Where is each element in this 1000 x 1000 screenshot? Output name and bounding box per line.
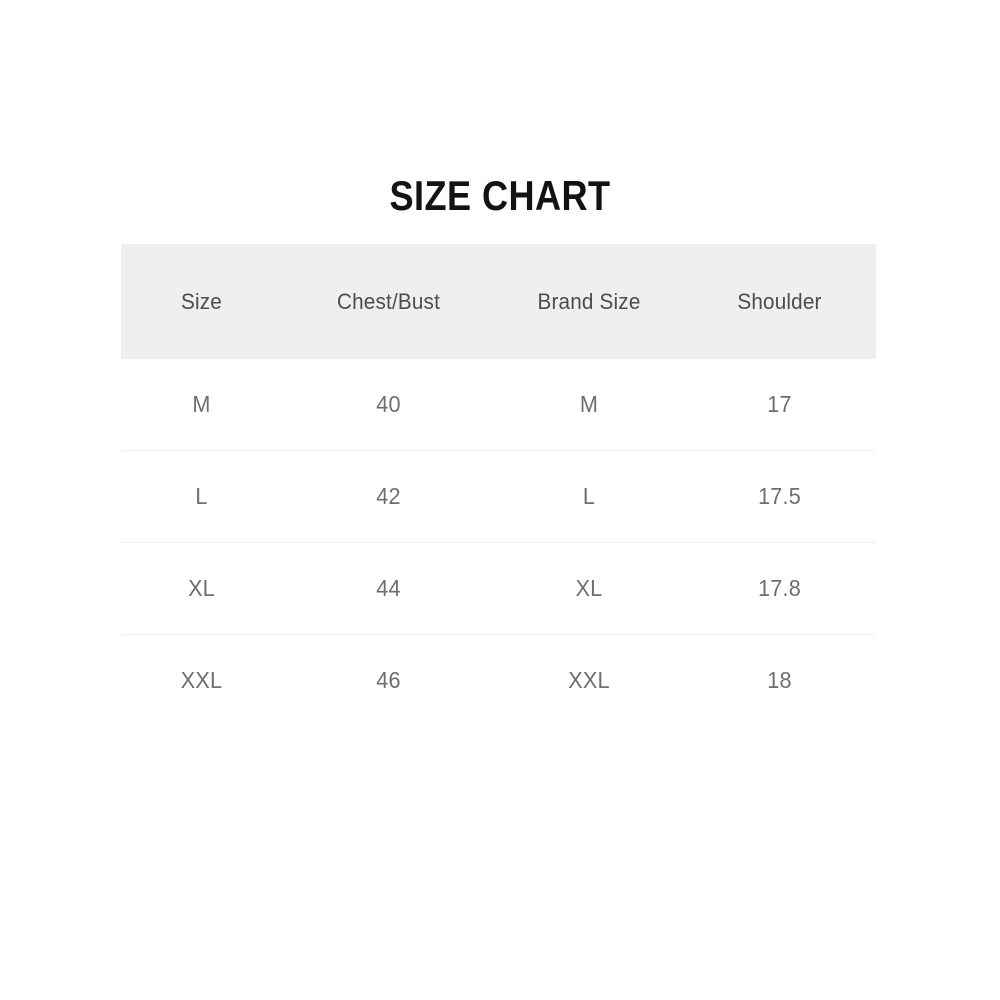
size-chart-page: SIZE CHART Size Chest/Bust Brand Size Sh… — [0, 0, 1000, 1000]
column-header-size: Size — [180, 288, 222, 314]
table-header-row: Size Chest/Bust Brand Size Shoulder — [121, 244, 876, 359]
cell-chest-bust: 40 — [376, 391, 401, 417]
cell-chest-bust: 44 — [288, 542, 489, 635]
cell-shoulder: 17.8 — [688, 542, 871, 635]
cell-brand-size: L — [500, 450, 678, 543]
cell-brand-size: XL — [500, 542, 678, 635]
cell-size: M — [192, 391, 211, 417]
cell-size: XXL — [125, 634, 278, 726]
size-chart-table: Size Chest/Bust Brand Size Shoulder M 40… — [121, 244, 876, 726]
table-row: L 42 L 17.5 — [121, 450, 876, 543]
cell-shoulder: 18 — [688, 634, 871, 726]
cell-brand-size: M — [579, 391, 599, 417]
cell-size: XL — [125, 542, 278, 635]
cell-shoulder: 17.5 — [688, 450, 871, 543]
cell-chest-bust: 46 — [288, 634, 489, 726]
table-row: M 40 M 17 — [121, 359, 876, 451]
column-header-chest-bust: Chest/Bust — [336, 288, 441, 314]
column-header-shoulder: Shoulder — [737, 288, 822, 314]
table-row: XL 44 XL 17.8 — [121, 542, 876, 635]
cell-brand-size: XXL — [500, 634, 678, 726]
table-body: M 40 M 17 L 42 L 17.5 XL 44 XL 17.8 XXL … — [121, 359, 876, 726]
cell-chest-bust: 42 — [288, 450, 489, 543]
cell-shoulder: 17 — [767, 391, 792, 417]
page-title: SIZE CHART — [389, 172, 611, 219]
column-header-brand-size: Brand Size — [537, 288, 641, 314]
cell-size: L — [125, 450, 278, 543]
table-header: Size Chest/Bust Brand Size Shoulder — [121, 244, 876, 359]
table-row: XXL 46 XXL 18 — [121, 634, 876, 726]
